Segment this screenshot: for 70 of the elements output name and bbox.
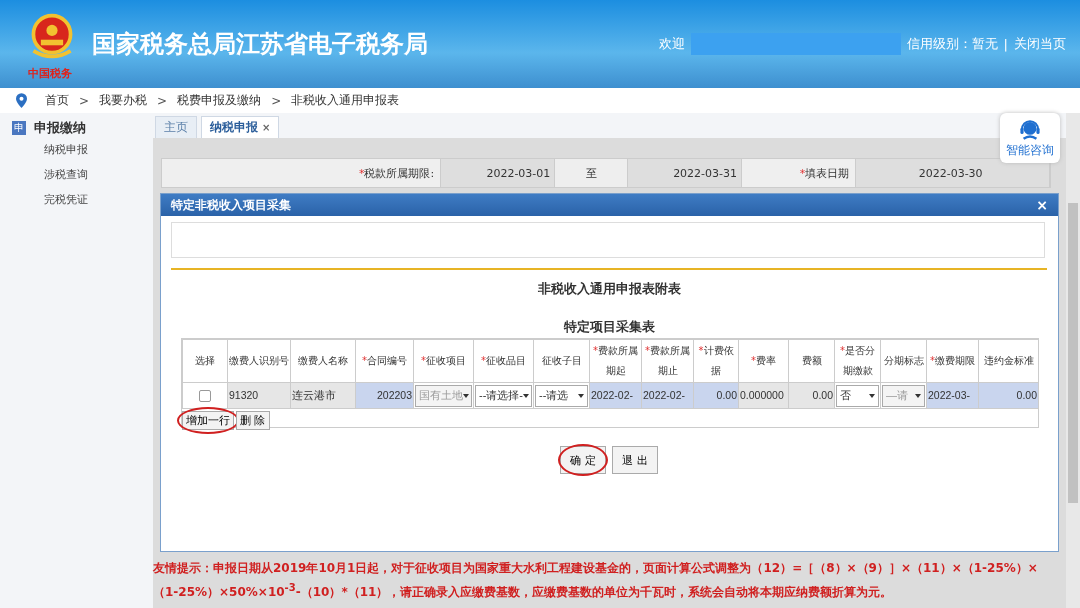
scrollbar[interactable] <box>1066 113 1080 608</box>
sidebar-section-title[interactable]: 申报缴纳 <box>34 119 86 137</box>
notice-text: 友情提示：申报日期从2019年10月1日起，对于征收项目为国家重大水利工程建设基金的，页面计算公式调整为（12）=［（8）×（9）］×（11）×（1-25%）×（1-25%）×50%×10$^{-3}$-（10）*（11），请正确录入应缴费基数，应缴费基数的单位为千瓦时，系统会自动将本期应纳费额折算为元。 <box>153 560 1039 601</box>
input-field[interactable]: 2022-02- <box>590 383 641 408</box>
dialog-title: 特定非税收入项目采集 <box>171 196 291 214</box>
section-icon: 申 <box>12 121 26 135</box>
close-button[interactable]: × <box>1036 197 1048 213</box>
table-cell-text: 91320 <box>228 388 260 403</box>
column-header: 分期标志 <box>880 339 927 383</box>
table-cell-text: 连云港市 <box>291 388 337 403</box>
site-title: 国家税务总局江苏省电子税务局 <box>92 29 428 60</box>
caret-icon <box>578 393 584 398</box>
column-header: 缴费人名称 <box>290 339 356 383</box>
column-header: 征收子目 <box>533 339 590 383</box>
column-header: 缴费人识别号 <box>227 339 291 383</box>
breadcrumb-link[interactable]: 非税收入通用申报表 <box>291 92 400 109</box>
breadcrumb-separator: > <box>271 93 282 108</box>
table-heading: 特定项目采集表 <box>562 318 656 336</box>
caret-icon <box>869 393 875 398</box>
column-header: *征收品目 <box>473 339 534 383</box>
caret-icon <box>523 393 529 398</box>
row-action-button[interactable]: 删 除 <box>236 411 270 430</box>
column-header: *是否分期缴款 <box>834 339 881 383</box>
credit-level-text: 信用级别：暂无 <box>906 35 998 53</box>
welcome-text: 欢迎 <box>658 35 685 53</box>
tab[interactable]: 主页 <box>155 116 197 138</box>
column-header: *征收项目 <box>413 339 474 383</box>
form-heading: 非税收入通用申报表附表 <box>536 280 682 298</box>
column-header: *计费依据 <box>693 339 739 383</box>
dialog-button[interactable]: 确 定 <box>560 446 606 474</box>
dialog-button[interactable]: 退 出 <box>612 446 658 474</box>
caret-icon <box>463 393 469 398</box>
assistant-button[interactable]: 智能咨询 <box>1000 113 1060 163</box>
breadcrumb-link[interactable]: 税费申报及缴纳 <box>177 92 262 109</box>
column-header: *缴费期限 <box>926 339 979 383</box>
table-cell-text: 0.00 <box>811 388 834 403</box>
breadcrumb-link[interactable]: 首页 <box>45 92 69 109</box>
form-cell: 至 <box>555 159 628 187</box>
sidebar-item[interactable]: 纳税申报 <box>0 137 153 162</box>
dropdown[interactable]: 否 <box>836 384 879 407</box>
input-field[interactable]: 2022-02- <box>642 383 693 408</box>
location-pin-icon <box>16 93 27 108</box>
column-header: *费款所属期止 <box>641 339 694 383</box>
form-cell: *税款所属期限: <box>162 159 442 187</box>
input-field[interactable]: 2022-03- <box>927 383 978 408</box>
column-header: 违约金标准 <box>978 339 1039 383</box>
logo-caption: 中国税务 <box>28 66 72 81</box>
close-icon[interactable]: × <box>262 122 271 133</box>
sidebar-item[interactable]: 完税凭证 <box>0 187 153 212</box>
table-cell-text: 0.000000 <box>739 388 785 403</box>
form-cell: *填表日期 <box>742 159 857 187</box>
column-header: 选择 <box>182 339 228 383</box>
sidebar-item[interactable]: 涉税查询 <box>0 162 153 187</box>
breadcrumb-separator: > <box>79 93 90 108</box>
row-checkbox[interactable] <box>199 390 211 403</box>
column-header: *合同编号 <box>355 339 414 383</box>
dropdown[interactable]: --请选 <box>535 384 588 407</box>
tab[interactable]: 纳税申报 × <box>201 116 280 138</box>
separator-text: | <box>1003 36 1008 52</box>
input-field[interactable]: 0.00 <box>979 383 1038 408</box>
input-field[interactable]: 0.00 <box>694 383 738 408</box>
dropdown[interactable]: --请选择- <box>475 384 532 407</box>
breadcrumb-link[interactable]: 我要办税 <box>99 92 148 109</box>
column-header: 费额 <box>788 339 835 383</box>
column-header: *费款所属期起 <box>589 339 642 383</box>
breadcrumb-separator: > <box>157 93 168 108</box>
input-field[interactable]: 202203 <box>356 383 413 408</box>
caret-icon <box>915 393 921 398</box>
headset-icon <box>1018 117 1042 142</box>
column-header: *费率 <box>738 339 789 383</box>
